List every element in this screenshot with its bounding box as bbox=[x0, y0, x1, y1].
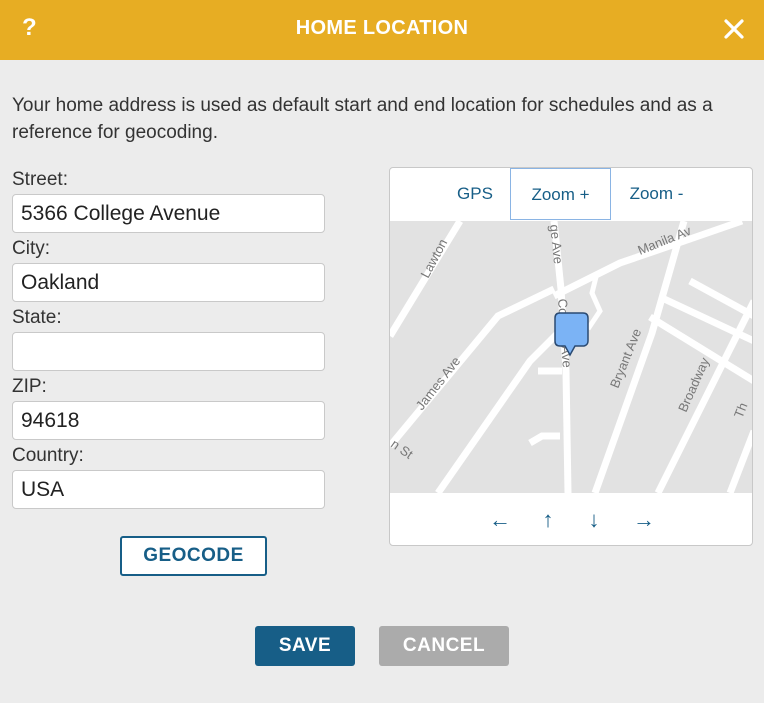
pan-right-button[interactable]: → bbox=[624, 493, 664, 545]
state-input[interactable] bbox=[12, 332, 325, 371]
map-panel: GPS Zoom + Zoom - Lawton ge Ave Manila A… bbox=[389, 167, 753, 546]
map-view[interactable]: Lawton ge Ave Manila Av College Ave Jame… bbox=[390, 217, 752, 496]
country-label: Country: bbox=[12, 445, 84, 466]
home-location-dialog: ? HOME LOCATION Your home address is use… bbox=[0, 0, 764, 703]
zip-input[interactable] bbox=[12, 401, 325, 440]
city-label: City: bbox=[12, 238, 50, 259]
map-toolbar: GPS Zoom + Zoom - bbox=[390, 168, 752, 220]
save-button[interactable]: SAVE bbox=[255, 626, 355, 666]
street-label: Street: bbox=[12, 169, 68, 190]
pan-up-button[interactable]: ↑ bbox=[528, 493, 568, 545]
map-canvas: Lawton ge Ave Manila Av College Ave Jame… bbox=[390, 217, 752, 496]
zoom-in-button[interactable]: Zoom + bbox=[510, 168, 611, 220]
zip-label: ZIP: bbox=[12, 376, 47, 397]
cancel-button[interactable]: CANCEL bbox=[379, 626, 509, 666]
state-label: State: bbox=[12, 307, 62, 328]
country-input[interactable] bbox=[12, 470, 325, 509]
street-input[interactable] bbox=[12, 194, 325, 233]
pan-left-button[interactable]: ← bbox=[480, 493, 520, 545]
description-text: Your home address is used as default sta… bbox=[12, 95, 713, 143]
dialog-title: HOME LOCATION bbox=[295, 17, 469, 39]
dialog-header: ? HOME LOCATION bbox=[0, 0, 764, 60]
zoom-out-button[interactable]: Zoom - bbox=[611, 168, 702, 220]
close-icon[interactable] bbox=[722, 14, 746, 44]
gps-button[interactable]: GPS bbox=[440, 168, 510, 220]
geocode-button[interactable]: GEOCODE bbox=[120, 536, 267, 576]
pan-down-button[interactable]: ↓ bbox=[574, 493, 614, 545]
city-input[interactable] bbox=[12, 263, 325, 302]
